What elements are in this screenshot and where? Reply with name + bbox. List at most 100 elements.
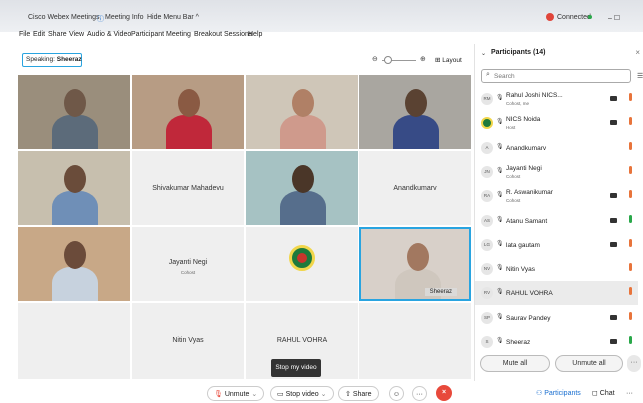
audio-icon: 🎙 xyxy=(496,143,504,150)
video-tile[interactable]: Sheeraz xyxy=(359,227,471,301)
chevron-down-icon[interactable]: ⌄ xyxy=(321,391,327,398)
unmute-all-button[interactable]: Unmute all xyxy=(555,355,623,372)
mic-status-icon[interactable] xyxy=(629,190,632,199)
hide-menu-bar-button[interactable]: Hide Menu Bar ^ xyxy=(147,14,199,21)
mic-status-icon[interactable] xyxy=(629,117,632,126)
participant-row[interactable]: SP 🎙 Saurav Pandey xyxy=(475,306,638,330)
video-tile[interactable]: Nitin Vyas xyxy=(132,303,244,379)
menu-help[interactable]: Help xyxy=(248,31,262,38)
participant-torso xyxy=(280,115,326,149)
zoom-slider-knob[interactable] xyxy=(384,56,392,64)
video-tile[interactable] xyxy=(132,75,244,149)
avatar: RM xyxy=(481,93,493,105)
participant-row[interactable]: A 🎙 Anandkumarv xyxy=(475,136,638,160)
audio-icon: 🎙 xyxy=(496,338,504,344)
search-input[interactable] xyxy=(494,72,624,81)
video-tile xyxy=(359,303,471,379)
camera-icon xyxy=(610,241,617,247)
more-options-icon[interactable]: ··· xyxy=(626,386,633,401)
video-tile[interactable] xyxy=(359,75,471,149)
video-tile[interactable] xyxy=(246,75,358,149)
meeting-info-link[interactable]: Meeting Info xyxy=(105,14,144,21)
video-tile[interactable]: Anandkumarv xyxy=(359,151,471,225)
zoom-in-icon[interactable]: ⊕ xyxy=(420,55,426,63)
menu-participant[interactable]: Participant xyxy=(131,31,164,38)
menu-share[interactable]: Share xyxy=(48,31,67,38)
participant-row[interactable]: S 🎙 Sheeraz xyxy=(475,330,638,354)
layout-label: Layout xyxy=(442,57,462,64)
mic-status-icon[interactable] xyxy=(629,214,632,223)
speaking-indicator: Speaking: Sheeraz xyxy=(22,53,82,67)
audio-icon: 🎙 xyxy=(496,289,504,296)
video-tile[interactable] xyxy=(18,227,130,301)
search-icon: ⌕ xyxy=(486,71,490,78)
participant-row[interactable]: RA 🎙 R. Aswanikumar Cohost xyxy=(475,184,638,208)
participant-head xyxy=(64,165,86,193)
unmute-button[interactable]: 🎙 Unmute ⌄ xyxy=(207,386,265,401)
participant-row[interactable]: AS 🎙 Atanu Samant xyxy=(475,209,638,233)
video-tile[interactable] xyxy=(246,151,358,225)
layout-button[interactable]: ⊞ Layout xyxy=(433,53,467,66)
participants-search[interactable]: ⌕ xyxy=(481,69,631,83)
mic-status-icon[interactable] xyxy=(629,263,632,272)
close-icon[interactable]: × xyxy=(635,48,640,57)
mic-status-icon[interactable] xyxy=(629,93,632,101)
audio-icon: 🎙 xyxy=(496,216,504,223)
tile-participant-name: Shivakumar Mahadevu xyxy=(152,185,224,192)
video-tile[interactable] xyxy=(18,75,130,149)
participants-title: Participants (14) xyxy=(491,49,546,56)
connection-status[interactable]: Connected xyxy=(557,14,591,21)
participant-row[interactable]: LG 🎙 lata gautam xyxy=(475,233,638,257)
unmute-label: Unmute xyxy=(224,391,250,398)
participant-row[interactable]: 🎙 NICS Noida Host xyxy=(475,111,638,135)
camera-icon xyxy=(610,193,617,199)
reactions-button[interactable]: ☺ xyxy=(389,386,404,401)
collapse-chevron-icon[interactable]: ⌄ xyxy=(481,50,486,57)
zoom-control[interactable]: ⊖ ⊕ xyxy=(372,55,428,65)
more-options-button[interactable]: ··· xyxy=(627,355,641,372)
video-tile[interactable]: Shivakumar Mahadevu xyxy=(132,151,244,225)
menu-edit[interactable]: Edit xyxy=(33,31,45,38)
camera-icon xyxy=(610,96,617,101)
zoom-out-icon[interactable]: ⊖ xyxy=(372,55,378,63)
audio-icon: 🎙 xyxy=(496,119,504,126)
menu-breakout-sessions[interactable]: Breakout Sessions xyxy=(194,31,252,38)
participant-row[interactable]: NV 🎙 Nitin Vyas xyxy=(475,257,638,281)
end-meeting-button[interactable]: × xyxy=(436,385,452,401)
more-button[interactable]: ··· xyxy=(412,386,427,401)
participants-toggle-button[interactable]: ⚇ Participants xyxy=(536,386,581,401)
participant-row[interactable]: RM 🎙 Rahul Joshi NICS... Cohost, me xyxy=(475,87,638,111)
mic-status-icon[interactable] xyxy=(629,238,632,247)
camera-icon xyxy=(610,339,617,344)
menu-audio-video[interactable]: Audio & Video xyxy=(87,31,131,38)
window-controls[interactable]: – ☐ xyxy=(608,14,620,22)
participant-name: Sheeraz xyxy=(506,339,531,346)
participant-row[interactable]: JN 🎙 Jayanti Negi Cohost xyxy=(475,160,638,184)
mute-all-button[interactable]: Mute all xyxy=(480,355,550,372)
participants-panel: ⌄ Participants (14) × ⌕ ☰ RM🎙Rahul Joshi… xyxy=(474,44,643,381)
chevron-down-icon[interactable]: ⌄ xyxy=(251,391,257,398)
participant-row[interactable]: RV 🎙 RAHUL VOHRA xyxy=(475,281,638,306)
video-tile[interactable]: Jayanti Negi Cohost xyxy=(132,227,244,301)
share-button[interactable]: ⇧ Share xyxy=(338,386,379,401)
video-tile[interactable] xyxy=(246,227,358,301)
sort-icon[interactable]: ☰ xyxy=(637,72,643,80)
stop-video-button[interactable]: ▭ Stop video ⌄ xyxy=(270,386,334,401)
mic-status-icon[interactable] xyxy=(629,311,632,320)
participant-name: RAHUL VOHRA xyxy=(506,290,553,298)
menu-file[interactable]: File xyxy=(19,31,30,38)
chat-button[interactable]: ◻ Chat xyxy=(592,386,615,401)
menu-view[interactable]: View xyxy=(69,31,84,38)
chat-icon: ◻ xyxy=(592,390,598,397)
connection-ok-icon xyxy=(588,15,592,19)
menu-meeting[interactable]: Meeting xyxy=(166,31,191,38)
mic-status-icon[interactable] xyxy=(629,141,632,150)
meeting-info-icon[interactable]: ⓘ xyxy=(97,14,104,24)
mic-status-icon[interactable] xyxy=(629,165,632,174)
video-tile[interactable] xyxy=(18,151,130,225)
tile-participant-name: RAHUL VOHRA xyxy=(276,337,328,344)
participant-head xyxy=(292,165,314,193)
mic-status-icon[interactable] xyxy=(629,287,632,296)
avatar: RA xyxy=(481,190,493,203)
mic-status-icon[interactable] xyxy=(629,336,632,344)
